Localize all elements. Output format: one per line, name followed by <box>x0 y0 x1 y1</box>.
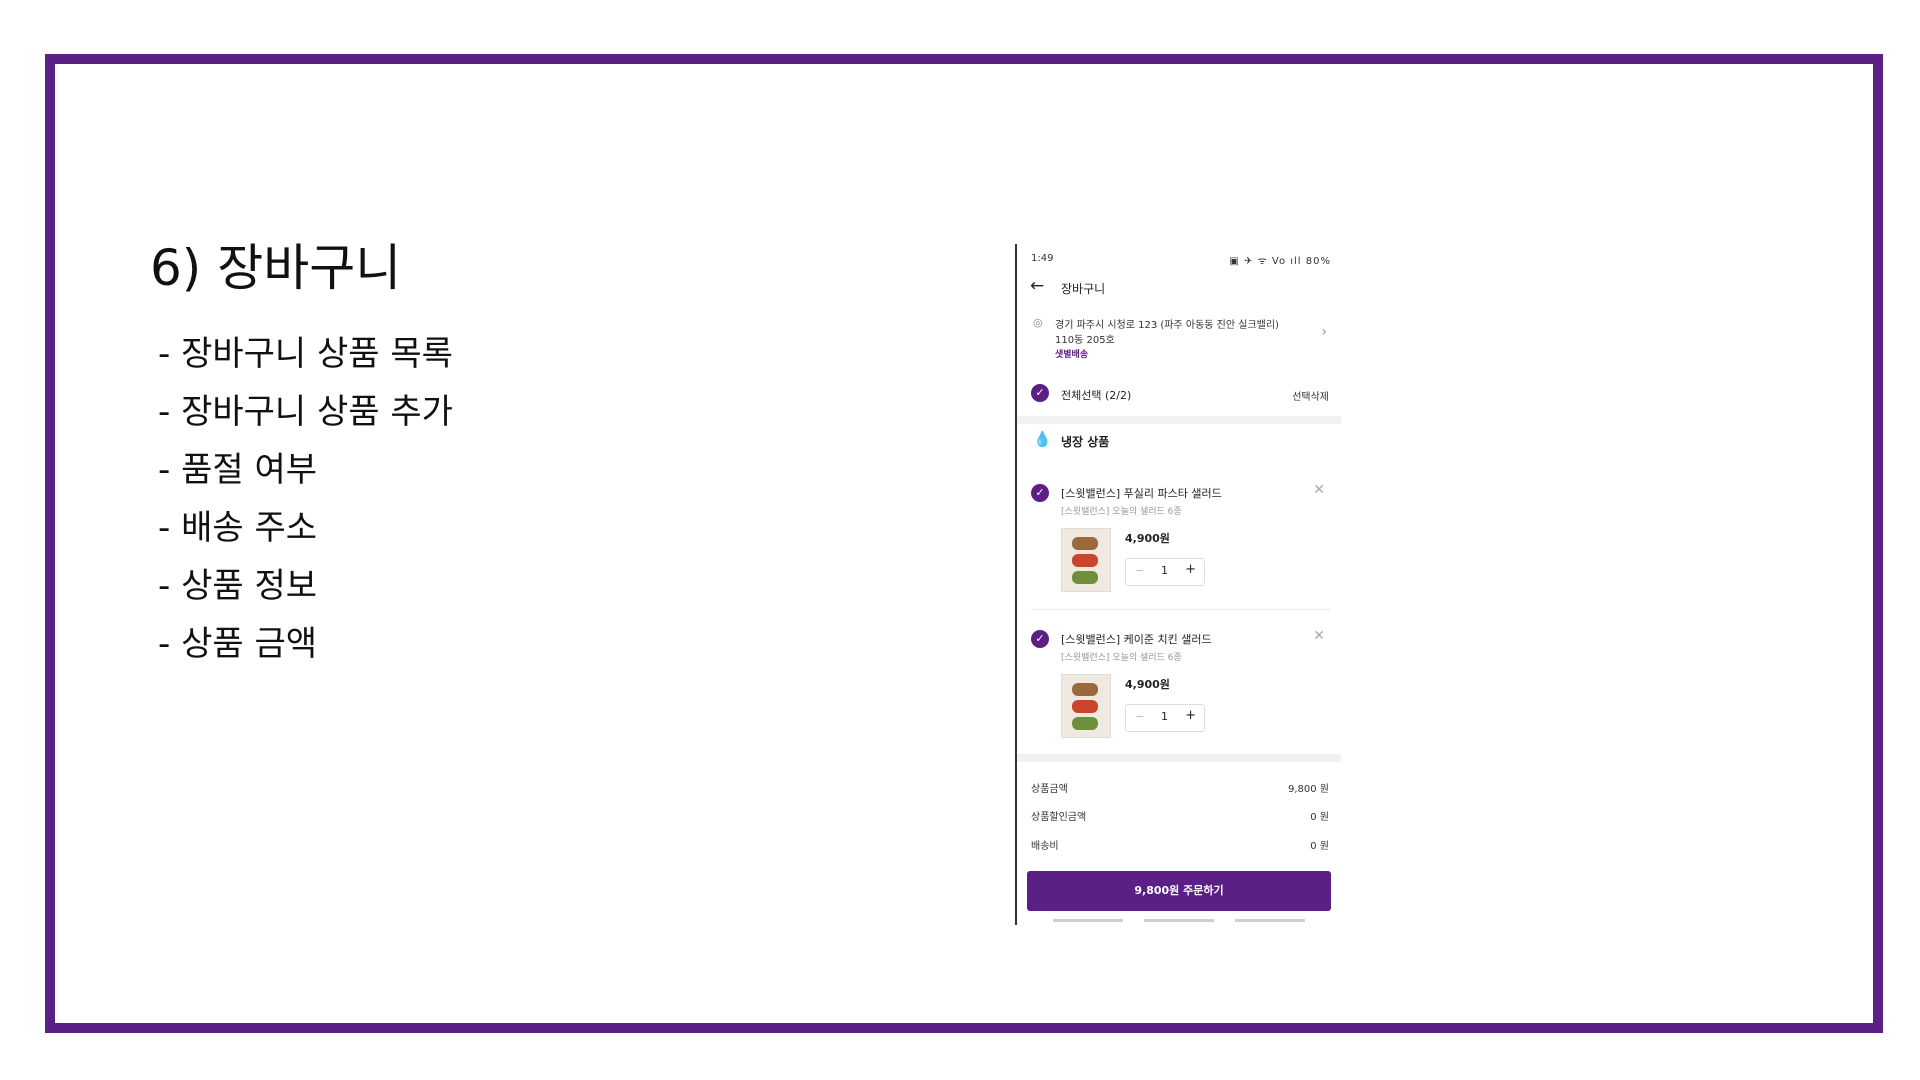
summary-value: 0 원 <box>1310 841 1329 852</box>
quantity-value: 1 <box>1161 710 1168 723</box>
nav-bar-segment <box>1053 919 1123 922</box>
feature-list: - 장바구니 상품 목록 - 장바구니 상품 추가 - 품절 여부 - 배송 주… <box>158 325 453 673</box>
summary-label: 배송비 <box>1031 841 1059 852</box>
feature-item: - 장바구니 상품 목록 <box>158 334 453 374</box>
item-divider <box>1031 609 1331 610</box>
page-title: 장바구니 <box>1061 282 1106 296</box>
item-price: 4,900원 <box>1125 532 1170 545</box>
quantity-stepper: − 1 + <box>1125 558 1205 586</box>
address-line-2: 110동 205호 <box>1055 335 1115 346</box>
summary-row: 상품할인금액 0 원 <box>1017 806 1341 826</box>
feature-item: - 상품 정보 <box>158 566 318 606</box>
summary-label: 상품금액 <box>1031 784 1068 795</box>
decrease-quantity-button[interactable]: − <box>1135 710 1144 723</box>
item-name: [스윗밸런스] 케이준 치킨 샐러드 <box>1061 633 1212 646</box>
delivery-type-badge: 샛별배송 <box>1055 350 1089 360</box>
item-checkbox[interactable]: ✓ <box>1031 484 1049 502</box>
feature-item: - 상품 금액 <box>158 624 318 664</box>
delivery-address[interactable]: ◎ 경기 파주시 시청로 123 (파주 아동동 진안 실크밸리) 110동 2… <box>1017 316 1341 366</box>
item-price: 4,900원 <box>1125 678 1170 691</box>
item-subtitle: [스윗밸런스] 오늘의 샐러드 6종 <box>1061 507 1182 517</box>
back-arrow-icon[interactable]: ← <box>1030 276 1044 296</box>
item-name: [스윗밸런스] 푸실리 파스타 샐러드 <box>1061 487 1222 500</box>
summary-row: 배송비 0 원 <box>1017 835 1341 855</box>
status-icons: ▣ ✈ ᯤ Vo ıll 80% <box>1229 256 1331 267</box>
nav-bar-segment <box>1235 919 1305 922</box>
feature-item: - 품절 여부 <box>158 450 318 490</box>
status-time: 1:49 <box>1031 253 1054 264</box>
status-bar: 1:49 ▣ ✈ ᯤ Vo ıll 80% <box>1017 244 1341 272</box>
summary-value: 9,800 원 <box>1287 784 1329 795</box>
feature-item: - 장바구니 상품 추가 <box>158 392 453 432</box>
increase-quantity-button[interactable]: + <box>1185 562 1196 577</box>
remove-item-icon[interactable]: ✕ <box>1313 628 1325 644</box>
summary-value: 0 원 <box>1310 812 1329 823</box>
section-separator <box>1017 416 1341 424</box>
slide-title: 6) 장바구니 <box>150 239 402 297</box>
section-separator <box>1017 754 1341 762</box>
water-drop-icon: 💧 <box>1033 430 1052 448</box>
app-bar: ← 장바구니 <box>1017 274 1341 304</box>
product-thumbnail <box>1061 528 1111 592</box>
select-all-row: ✓ 전체선택 (2/2) 선택삭제 <box>1017 384 1341 410</box>
select-all-label[interactable]: 전체선택 (2/2) <box>1061 387 1131 403</box>
quantity-stepper: − 1 + <box>1125 704 1205 732</box>
select-all-checkbox[interactable]: ✓ <box>1031 384 1049 402</box>
nav-bar-segment <box>1144 919 1214 922</box>
chevron-right-icon[interactable]: › <box>1321 324 1327 340</box>
cold-section-header: 💧 냉장 상품 <box>1017 430 1341 454</box>
cart-item: ✓ [스윗밸런스] 케이준 치킨 샐러드 [스윗밸런스] 오늘의 샐러드 6종 … <box>1017 622 1341 752</box>
delete-selected-button[interactable]: 선택삭제 <box>1292 388 1329 403</box>
section-label: 냉장 상품 <box>1061 435 1110 449</box>
cart-screenshot: 1:49 ▣ ✈ ᯤ Vo ıll 80% ← 장바구니 ◎ 경기 파주시 시청… <box>1015 244 1341 925</box>
order-button[interactable]: 9,800원 주문하기 <box>1027 871 1331 911</box>
quantity-value: 1 <box>1161 564 1168 577</box>
decrease-quantity-button[interactable]: − <box>1135 564 1144 577</box>
feature-item: - 배송 주소 <box>158 508 318 548</box>
location-pin-icon: ◎ <box>1033 316 1043 329</box>
item-subtitle: [스윗밸런스] 오늘의 샐러드 6종 <box>1061 653 1182 663</box>
summary-row: 상품금액 9,800 원 <box>1017 778 1341 798</box>
product-thumbnail <box>1061 674 1111 738</box>
summary-label: 상품할인금액 <box>1031 812 1087 823</box>
remove-item-icon[interactable]: ✕ <box>1313 482 1325 498</box>
item-checkbox[interactable]: ✓ <box>1031 630 1049 648</box>
navigation-bar <box>1017 919 1341 925</box>
increase-quantity-button[interactable]: + <box>1185 708 1196 723</box>
cart-item: ✓ [스윗밸런스] 푸실리 파스타 샐러드 [스윗밸런스] 오늘의 샐러드 6종… <box>1017 476 1341 606</box>
address-line-1: 경기 파주시 시청로 123 (파주 아동동 진안 실크밸리) <box>1055 320 1279 331</box>
